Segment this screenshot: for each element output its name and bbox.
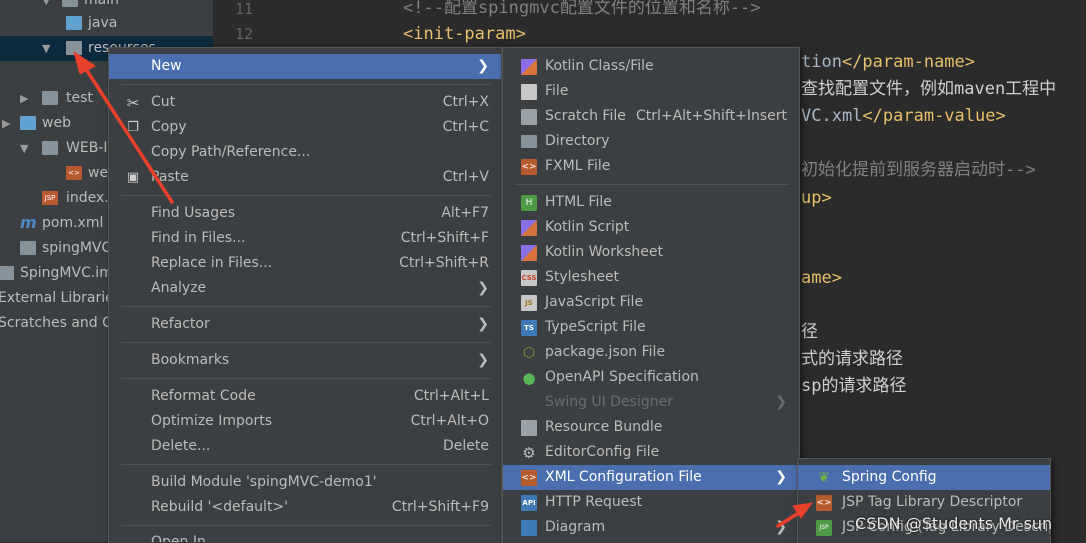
watermark: CSDN @Students Mr sun (855, 514, 1053, 533)
red-arrow-to-resources (73, 50, 174, 204)
red-arrow-to-tld (776, 502, 814, 528)
annotation-arrows (73, 50, 814, 528)
